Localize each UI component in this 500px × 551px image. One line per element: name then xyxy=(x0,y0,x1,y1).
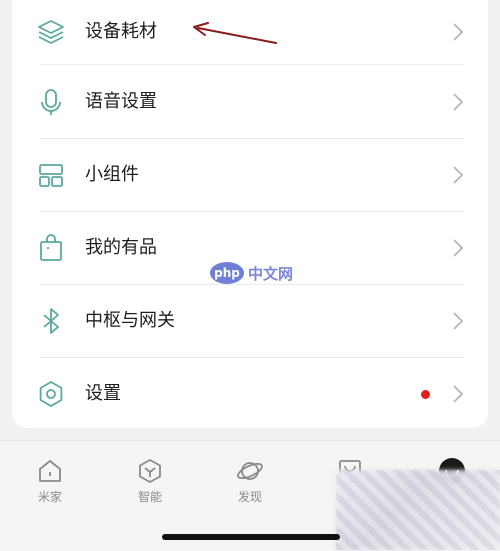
menu-item-settings[interactable]: 设置 xyxy=(12,362,488,434)
divider xyxy=(40,64,464,65)
settings-menu-card: 设备耗材 语音设置 小组件 我的有品 中枢与网关 设置 xyxy=(12,0,488,428)
chevron-right-icon xyxy=(453,312,464,330)
home-icon xyxy=(39,460,61,482)
divider xyxy=(40,211,464,212)
menu-item-voice-settings[interactable]: 语音设置 xyxy=(12,70,488,142)
chevron-right-icon xyxy=(453,93,464,111)
chevron-right-icon xyxy=(453,23,464,41)
tab-label: 米家 xyxy=(37,490,62,504)
divider xyxy=(40,284,464,285)
tab-discover[interactable]: 发现 xyxy=(220,457,280,507)
menu-item-widgets[interactable]: 小组件 xyxy=(12,143,488,215)
menu-item-label: 我的有品 xyxy=(85,237,157,258)
menu-item-label: 小组件 xyxy=(85,164,139,185)
tab-mijia[interactable]: 米家 xyxy=(20,457,80,507)
layers-icon xyxy=(38,20,64,44)
chevron-right-icon xyxy=(453,166,464,184)
divider xyxy=(40,138,464,139)
menu-item-label: 语音设置 xyxy=(85,91,157,112)
divider xyxy=(40,357,464,358)
annotation-arrow xyxy=(193,22,277,44)
menu-item-label: 设置 xyxy=(85,383,121,404)
notification-dot xyxy=(421,390,430,399)
menu-item-label: 中枢与网关 xyxy=(85,310,175,331)
watermark-text: 中文网 xyxy=(248,265,294,283)
watermark-logo: php xyxy=(210,262,244,284)
chevron-right-icon xyxy=(453,239,464,257)
microphone-icon xyxy=(41,89,61,115)
chevron-right-icon xyxy=(453,385,464,403)
blurred-region-pattern xyxy=(336,470,500,550)
tab-label: 智能 xyxy=(137,490,162,504)
hexagon-settings-icon xyxy=(39,381,63,407)
planet-icon xyxy=(237,462,263,480)
shopping-bag-icon xyxy=(40,234,62,261)
menu-item-label: 设备耗材 xyxy=(85,21,157,42)
widgets-grid-icon xyxy=(39,164,63,187)
menu-item-hub-and-gateway[interactable]: 中枢与网关 xyxy=(12,289,488,361)
tab-smart[interactable]: 智能 xyxy=(120,457,180,507)
tab-label: 发现 xyxy=(237,490,262,504)
smart-cube-icon xyxy=(139,459,161,483)
home-indicator[interactable] xyxy=(162,534,340,540)
bluetooth-icon xyxy=(43,308,59,334)
